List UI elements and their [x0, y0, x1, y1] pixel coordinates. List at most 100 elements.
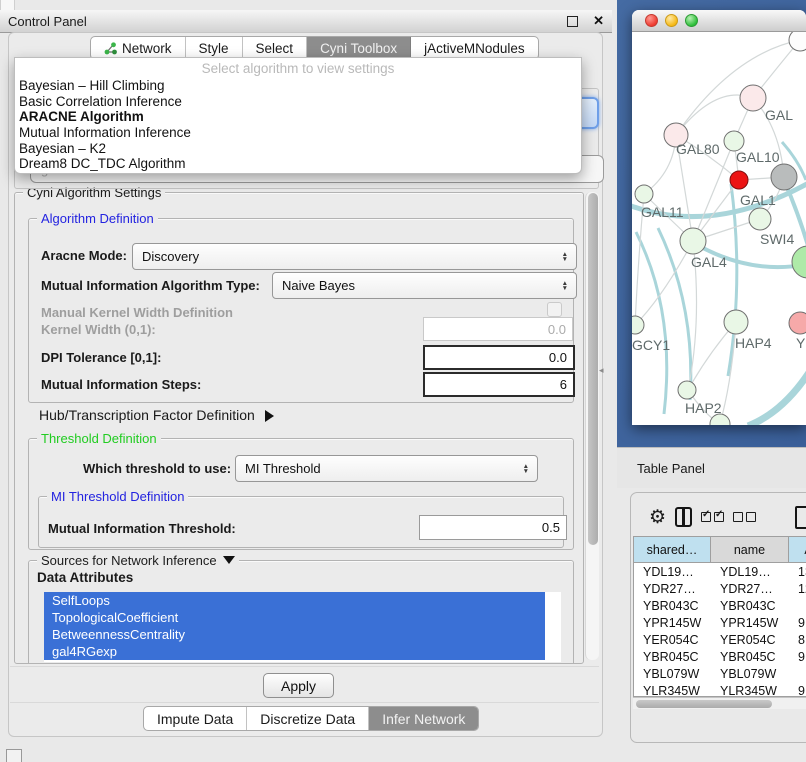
tab-cyni-toolbox[interactable]: Cyni Toolbox: [307, 37, 411, 59]
network-node[interactable]: [740, 85, 766, 111]
mi-threshold-field[interactable]: 0.5: [419, 515, 567, 540]
network-node[interactable]: [724, 310, 748, 334]
mi-threshold-group-title: MI Threshold Definition: [47, 489, 188, 504]
network-icon: [104, 42, 117, 55]
tab-style[interactable]: Style: [186, 37, 243, 59]
attribute-list-item[interactable]: BetweennessCentrality: [44, 626, 545, 643]
table-cell: YBR045C: [711, 648, 789, 665]
algorithm-option[interactable]: Mutual Information Inference: [15, 125, 581, 141]
settings-scrollbar[interactable]: [585, 192, 599, 660]
network-node-label: HAP4: [735, 335, 772, 351]
aracne-mode-value: Discovery: [142, 249, 199, 264]
deselect-checkboxes-icon[interactable]: [733, 512, 756, 522]
application-root: Control Panel ✕ Network StyleSelect Cyni T…: [0, 0, 806, 762]
mode-tab-label: Infer Network: [382, 711, 465, 727]
network-node[interactable]: [632, 316, 644, 334]
dpi-tolerance-label: DPI Tolerance [0,1]:: [41, 350, 161, 365]
dpi-tolerance-field[interactable]: 0.0: [423, 345, 575, 370]
table-cell: YBR043C: [711, 597, 789, 614]
minimize-light-icon[interactable]: [665, 14, 678, 27]
table-row[interactable]: YER054CYER054C8.: [634, 631, 806, 648]
algorithm-option[interactable]: ARACNE Algorithm: [15, 109, 581, 125]
settings-gear-icon[interactable]: ⚙: [649, 508, 666, 527]
table-cell: YBR045C: [634, 648, 711, 665]
document-icon[interactable]: [795, 506, 806, 529]
table-row[interactable]: YPR145WYPR145W9.: [634, 614, 806, 631]
dpi-tolerance-value: 0.0: [549, 350, 567, 365]
minimized-panel-icon[interactable]: [6, 749, 22, 762]
apply-button[interactable]: Apply: [263, 673, 334, 698]
tab-jactivemnodules[interactable]: jActiveMNodules: [411, 37, 538, 59]
table-cell: [789, 597, 806, 614]
mi-steps-field[interactable]: 6: [423, 372, 575, 397]
table-row[interactable]: YDL19…YDL19…13: [634, 563, 806, 580]
mode-tab-infer-network[interactable]: Infer Network: [369, 707, 478, 730]
network-node[interactable]: [678, 381, 696, 399]
algorithm-option[interactable]: Bayesian – K2: [15, 141, 581, 157]
table-row[interactable]: YBR045CYBR045C9.: [634, 648, 806, 665]
mi-algorithm-type-combobox[interactable]: Naive Bayes ▲▼: [272, 272, 577, 299]
data-attributes-label: Data Attributes: [37, 570, 133, 585]
tab-label: Cyni Toolbox: [320, 41, 397, 56]
manual-kernel-width-label: Manual Kernel Width Definition: [41, 305, 233, 320]
attribute-list-item[interactable]: SelfLoops: [44, 592, 545, 609]
table-column-header[interactable]: A: [789, 537, 806, 562]
network-node[interactable]: [635, 185, 653, 203]
algorithm-option[interactable]: Basic Correlation Inference: [15, 94, 581, 110]
attribute-list-item[interactable]: gal4RGexp: [44, 643, 545, 660]
algorithm-dropdown-items: Bayesian – Hill ClimbingBasic Correlatio…: [15, 78, 581, 172]
which-threshold-combobox[interactable]: MI Threshold ▲▼: [235, 455, 538, 482]
close-light-icon[interactable]: [645, 14, 658, 27]
hub-definition-expander[interactable]: Hub/Transcription Factor Definition: [39, 407, 274, 423]
column-view-icon[interactable]: [675, 507, 692, 527]
table-cell: YBL079W: [711, 665, 789, 682]
select-all-checkboxes-icon[interactable]: [701, 512, 724, 522]
network-node[interactable]: [789, 312, 806, 334]
table-cell: YDR27…: [711, 580, 789, 597]
table-horizontal-scrollbar[interactable]: [633, 697, 806, 709]
close-icon[interactable]: ✕: [593, 13, 604, 29]
table-row[interactable]: YBR043CYBR043C: [634, 597, 806, 614]
splitter-handle[interactable]: ◂: [599, 367, 604, 374]
tab-label: Network: [122, 41, 172, 56]
kernel-width-value: 0.0: [548, 322, 566, 337]
aracne-mode-combobox[interactable]: Discovery ▲▼: [132, 243, 577, 270]
algorithm-option[interactable]: Dream8 DC_TDC Algorithm: [15, 156, 581, 172]
table-column-header[interactable]: name: [711, 537, 789, 562]
network-node[interactable]: [724, 131, 744, 151]
manual-kernel-width-checkbox[interactable]: [547, 302, 562, 317]
network-node[interactable]: [771, 164, 797, 190]
network-node[interactable]: [792, 246, 806, 278]
network-node-label: GAL10: [736, 149, 780, 165]
cyni-mode-tabs: Impute DataDiscretize Data Infer Network: [143, 706, 479, 731]
table-column-header[interactable]: shared…: [634, 537, 711, 562]
table-row[interactable]: YDR27…YDR27…12: [634, 580, 806, 597]
zoom-light-icon[interactable]: [685, 14, 698, 27]
control-panel-title: Control Panel: [0, 14, 87, 29]
table-row[interactable]: YLR345WYLR345W9.: [634, 682, 806, 697]
table-cell: [789, 665, 806, 682]
network-node[interactable]: [730, 171, 748, 189]
table-cell: 9.: [789, 614, 806, 631]
network-node[interactable]: [789, 32, 806, 51]
table-cell: 13: [789, 563, 806, 580]
combo-stepper-icon: ▲▼: [562, 281, 576, 291]
algorithm-option[interactable]: Bayesian – Hill Climbing: [15, 78, 581, 94]
float-icon[interactable]: [567, 16, 578, 27]
tab-select[interactable]: Select: [243, 37, 308, 59]
kernel-width-field[interactable]: 0.0: [423, 317, 573, 341]
network-node[interactable]: [680, 228, 706, 254]
network-canvas[interactable]: GALGAL80GAL10GAL1GAL11SWI4GAL4GCY1HAP4YH…: [632, 32, 806, 425]
table-row[interactable]: YBL079WYBL079W: [634, 665, 806, 682]
algorithm-dropdown-placeholder: Select algorithm to view settings: [15, 58, 581, 78]
mi-steps-value: 6: [560, 377, 567, 392]
mode-tab-impute-data[interactable]: Impute Data: [144, 707, 247, 730]
data-attributes-list[interactable]: SelfLoopsTopologicalCoefficientBetweenne…: [44, 592, 561, 662]
network-view-window[interactable]: GALGAL80GAL10GAL1GAL11SWI4GAL4GCY1HAP4YH…: [632, 10, 806, 425]
mode-tab-discretize-data[interactable]: Discretize Data: [247, 707, 369, 730]
network-node[interactable]: [749, 208, 771, 230]
network-node-label: GAL: [765, 107, 793, 123]
expander-down-arrow-icon: [223, 556, 235, 564]
attribute-list-item[interactable]: TopologicalCoefficient: [44, 609, 545, 626]
tab-network[interactable]: Network: [91, 37, 186, 59]
